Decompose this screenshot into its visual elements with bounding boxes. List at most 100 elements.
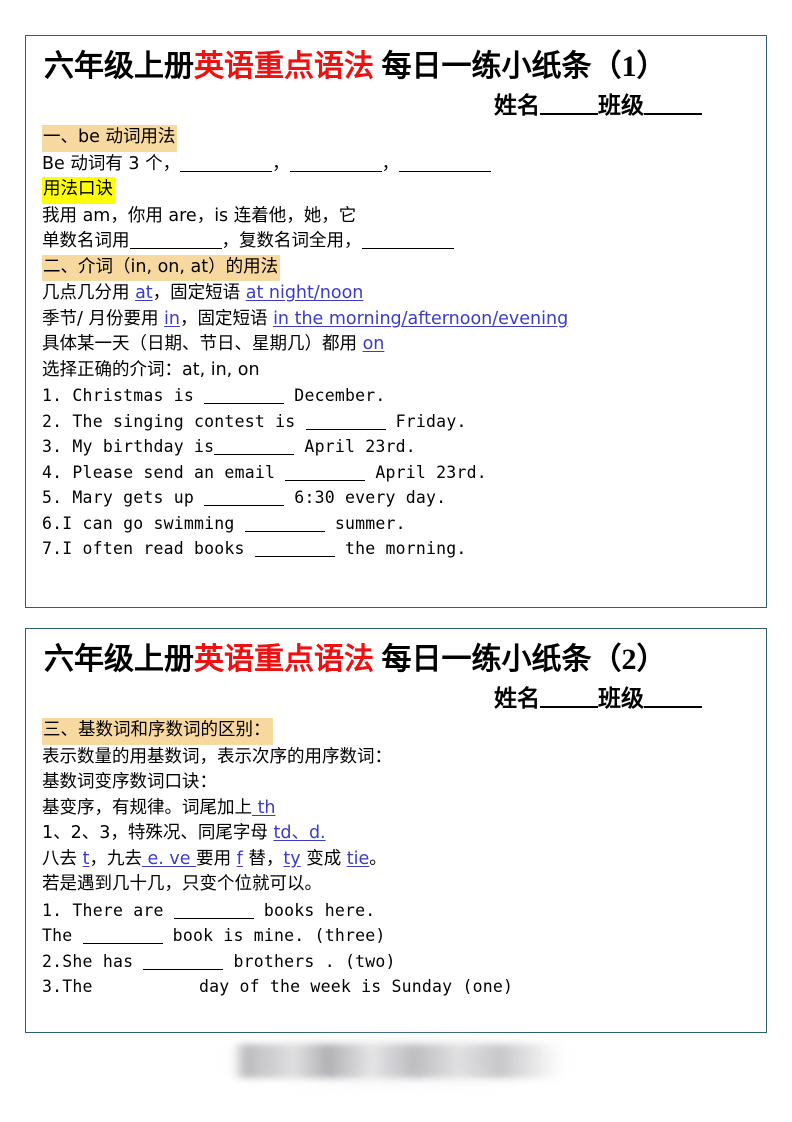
exercise-blank[interactable] — [204, 388, 285, 405]
mnemonic-rule-compound: 若是遇到几十几，只变个位就可以。 — [42, 874, 322, 895]
worksheet-card-1: 六年级上册英语重点语法 每日一练小纸条（1） 姓名 班级 一、be 动词用法 Be… — [25, 35, 767, 608]
singular-blank[interactable] — [129, 233, 222, 250]
conversion-mnemonic-heading: 基数词变序数词口诀： — [42, 772, 217, 793]
nine-drop-letters: e. ve — [141, 848, 197, 869]
exercise-number: 6. — [42, 513, 63, 533]
mnemonic-line: 我用 am，你用 are，is 连着他，她，它 — [42, 205, 357, 226]
be-verb-intro-text: Be 动词有 3 个， — [42, 153, 181, 174]
exercise-blank[interactable] — [103, 980, 189, 995]
exercise-number: 3. — [42, 437, 63, 457]
be-verb-blank-3[interactable] — [399, 156, 492, 172]
exercise-text-post: Friday. — [385, 411, 467, 431]
exercise-instruction: 选择正确的介词：at, in, on — [42, 359, 260, 380]
exercise-blank[interactable] — [204, 490, 285, 507]
ty-suffix: ty — [283, 848, 301, 869]
exercise-item: 3.The day of the week is Sunday (one) — [42, 974, 754, 1000]
prep-at-rule-line: 几点几分用 at，固定短语 at night/noon — [42, 281, 754, 307]
exercise-blank[interactable] — [244, 516, 325, 532]
tie-suffix: tie — [346, 848, 370, 869]
cardinal-ordinal-definition: 表示数量的用基数词，表示次序的用序数词： — [42, 746, 392, 767]
section-3-heading-line: 三、基数词和序数词的区别： — [42, 718, 754, 745]
singular-plural-line: 单数名词用 ，复数名词全用， — [42, 229, 754, 255]
exercise-text-pre: The — [42, 926, 83, 946]
mnemonic-heading: 用法口诀 — [42, 177, 115, 204]
ty-mid: 替， — [242, 848, 284, 869]
exercise-number: 2. — [42, 411, 63, 431]
prep-at-rule-mid: ，固定短语 — [152, 283, 246, 304]
blurred-watermark — [232, 1044, 562, 1078]
nine-mid: ，九去 — [89, 848, 142, 869]
exercise-text-pre: The — [62, 977, 103, 997]
tie-mid: 变成 — [300, 848, 347, 869]
exercise-number: 7. — [42, 539, 63, 559]
name-blank[interactable] — [540, 688, 598, 708]
be-verb-blank-1[interactable] — [180, 156, 273, 172]
exercise-text-pre: There are — [72, 900, 174, 920]
exercise-item: 4. Please send an email April 23rd. — [42, 460, 754, 486]
plural-blank[interactable] — [361, 233, 454, 250]
line-e-period: 。 — [369, 848, 387, 869]
exercise-text-post: summer. — [324, 513, 406, 533]
class-label: 班级 — [598, 685, 644, 711]
exercise-text-pre: My birthday is — [72, 437, 215, 457]
title-suffix: 每日一练小纸条（1） — [374, 50, 667, 83]
exercise-text-pre: She has — [62, 951, 144, 971]
exercise-number: 5. — [42, 488, 63, 508]
prep-at-phrase: at night/noon — [245, 283, 364, 304]
exercise-number: 2. — [42, 951, 63, 971]
class-label: 班级 — [598, 92, 644, 118]
exercise-number: 3. — [42, 977, 63, 997]
exercise-blank[interactable] — [214, 439, 295, 456]
singular-text: 单数名词用 — [42, 231, 130, 252]
exercise-item: The book is mine. (three) — [42, 923, 754, 949]
be-comma-1: ， — [272, 153, 290, 174]
prep-on-keyword: on — [362, 334, 385, 355]
prep-in-keyword: in — [164, 308, 180, 329]
class-blank[interactable] — [644, 95, 702, 115]
exercise-text-pre: Christmas is — [72, 386, 205, 406]
five-mid: 要用 — [196, 848, 237, 869]
name-label: 姓名 — [494, 92, 540, 118]
card-1-name-class-line: 姓名 班级 — [38, 92, 702, 120]
name-label: 姓名 — [494, 685, 540, 711]
prep-at-rule-pre: 几点几分用 — [42, 283, 136, 304]
mnemonic-th-suffix: th — [252, 797, 276, 818]
name-blank[interactable] — [540, 95, 598, 115]
section-2-heading-line: 二、介词（in, on, at）的用法 — [42, 254, 754, 282]
card-2-name-class-line: 姓名 班级 — [38, 685, 702, 713]
title-suffix: 每日一练小纸条（2） — [374, 643, 667, 676]
exercise-text-pre: The singing contest is — [72, 411, 306, 431]
exercise-blank[interactable] — [285, 465, 366, 481]
exercise-item: 1. There are books here. — [42, 898, 754, 924]
exercise-text-post: brothers . (two) — [223, 951, 396, 971]
prep-on-rule-pre: 具体某一天（日期、节日、星期几）都用 — [42, 334, 363, 355]
exercise-blank[interactable] — [143, 954, 224, 970]
exercise-item: 7.I often read books the morning. — [42, 536, 754, 562]
exercise-blank[interactable] — [305, 414, 386, 430]
mnemonic-special-suffix: td、d. — [273, 823, 326, 844]
exercise-blank[interactable] — [173, 903, 254, 919]
exercise-blank[interactable] — [82, 928, 163, 945]
exercise-text-post: day of the week is Sunday (one) — [188, 977, 514, 997]
card-1-title: 六年级上册英语重点语法 每日一练小纸条（1） — [44, 48, 754, 86]
class-blank[interactable] — [644, 688, 702, 708]
be-verb-blank-2[interactable] — [289, 156, 382, 172]
card-2-body: 三、基数词和序数词的区别： 表示数量的用基数词，表示次序的用序数词： 基数词变序… — [42, 718, 754, 1000]
worksheet-card-2: 六年级上册英语重点语法 每日一练小纸条（2） 姓名 班级 三、基数词和序数词的区别… — [25, 628, 767, 1033]
mnemonic-heading-line: 用法口诀 — [42, 177, 754, 204]
exercise-text-post: books here. — [253, 900, 376, 920]
mnemonic-rule-th-text: 基变序，有规律。词尾加上 — [42, 797, 252, 818]
be-verb-intro-line: Be 动词有 3 个， ， ， — [42, 152, 754, 178]
title-prefix: 六年级上册 — [44, 643, 194, 676]
exercise-blank[interactable] — [254, 541, 335, 558]
plural-text: ，复数名词全用， — [221, 231, 362, 252]
exercise-text-post: April 23rd. — [365, 462, 487, 482]
exercise-number: 1. — [42, 386, 63, 406]
exercise-text-pre: I often read books — [62, 539, 255, 559]
card-1-body: 一、be 动词用法 Be 动词有 3 个， ， ， 用法口诀 我用 am，你用 ar… — [42, 125, 754, 562]
prep-in-rule-line: 季节/ 月份要用 in，固定短语 in the morning/afternoo… — [42, 307, 754, 333]
exercise-number: 4. — [42, 462, 63, 482]
exercise-text-post: 6:30 every day. — [284, 488, 447, 508]
exercise-text-post: December. — [284, 386, 386, 406]
prep-in-phrase: in the morning/afternoon/evening — [273, 308, 569, 329]
